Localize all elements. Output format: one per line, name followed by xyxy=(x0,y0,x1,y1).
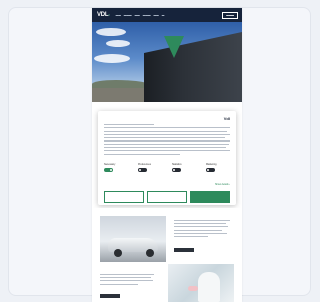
text-line xyxy=(104,127,230,129)
text-line xyxy=(174,223,226,225)
cookie-consent-dialog: Vdl Necessary Preferences Statistics Mar… xyxy=(98,111,236,205)
text-line xyxy=(104,150,230,152)
logo-text: VDL xyxy=(97,12,109,18)
text-line xyxy=(104,130,228,132)
nav-item-2[interactable]: ▬▬▬ xyxy=(124,14,132,17)
nav-item-1[interactable]: ▬▬ xyxy=(116,14,121,17)
content-section-vehicles xyxy=(92,208,242,264)
hero-image xyxy=(92,22,242,102)
text-line xyxy=(104,133,230,136)
wheel-shape xyxy=(146,249,154,257)
text-line xyxy=(100,280,153,282)
switch-knob xyxy=(206,168,210,172)
nav-item-6[interactable]: ▬ xyxy=(162,14,165,17)
text-line xyxy=(104,137,225,139)
toggle-necessary: Necessary xyxy=(104,163,128,172)
text-line xyxy=(104,146,227,149)
nav-item-4[interactable]: ▬▬▬ xyxy=(143,14,151,17)
switch-knob xyxy=(172,168,176,172)
statistics-switch[interactable] xyxy=(172,168,181,172)
toggle-label: Statistics xyxy=(172,163,182,166)
allow-all-button[interactable] xyxy=(190,191,230,203)
contact-button[interactable]: ▬▬▬ xyxy=(222,11,238,19)
preferences-switch[interactable] xyxy=(138,168,147,172)
cookie-toggles: Necessary Preferences Statistics Marketi… xyxy=(104,163,230,172)
text-line xyxy=(174,229,222,231)
section-text xyxy=(100,274,154,287)
toggle-statistics: Statistics xyxy=(172,163,196,172)
marketing-switch[interactable] xyxy=(206,168,215,172)
allow-selection-button[interactable] xyxy=(147,191,187,203)
top-navigation: VDL• ▬▬ ▬▬▬ ▬▬ ▬▬▬ ▬▬ ▬ ▬▬▬ xyxy=(92,8,242,22)
lab-person-shape xyxy=(198,272,220,302)
text-line xyxy=(174,220,230,221)
toggle-label: Preferences xyxy=(138,163,151,166)
toggle-marketing: Marketing xyxy=(206,163,230,172)
cloud-shape xyxy=(94,54,130,63)
text-line xyxy=(100,283,138,285)
text-line xyxy=(104,140,230,142)
cloud-shape xyxy=(106,40,130,47)
deny-button[interactable] xyxy=(104,191,144,203)
nav-item-3[interactable]: ▬▬ xyxy=(135,14,140,17)
section-read-more-button[interactable] xyxy=(174,248,194,252)
text-line xyxy=(174,235,208,237)
text-line xyxy=(104,143,229,145)
building-shape xyxy=(144,32,242,102)
section-text xyxy=(174,220,230,239)
switch-knob xyxy=(109,168,113,172)
switch-knob xyxy=(138,168,142,172)
text-line xyxy=(100,277,151,279)
section-read-more-button[interactable] xyxy=(100,294,120,298)
necessary-switch[interactable] xyxy=(104,168,113,172)
toggle-label: Marketing xyxy=(206,163,217,166)
toggle-preferences: Preferences xyxy=(138,163,162,172)
content-section-lab xyxy=(92,264,242,302)
wheel-shape xyxy=(114,249,122,257)
toggle-label: Necessary xyxy=(104,163,116,166)
text-line xyxy=(174,226,229,228)
site-logo[interactable]: VDL• xyxy=(97,12,110,18)
show-details-link[interactable]: Show details › xyxy=(215,183,230,186)
text-line xyxy=(174,232,228,234)
website-preview: VDL• ▬▬ ▬▬▬ ▬▬ ▬▬▬ ▬▬ ▬ ▬▬▬ Vdl Necessar… xyxy=(92,8,242,302)
text-line xyxy=(100,274,154,275)
logo-accent: • xyxy=(108,12,110,17)
cookie-dialog-text xyxy=(104,124,230,157)
cookie-button-row xyxy=(104,191,230,203)
lab-image xyxy=(168,264,234,302)
nav-item-5[interactable]: ▬▬ xyxy=(154,14,159,17)
nav-menu: ▬▬ ▬▬▬ ▬▬ ▬▬▬ ▬▬ ▬ xyxy=(116,14,165,17)
cloud-shape xyxy=(96,28,126,36)
text-line xyxy=(104,153,180,155)
car-image xyxy=(100,216,166,262)
glove-shape xyxy=(188,286,198,291)
cookie-dialog-brand: Vdl xyxy=(223,116,230,121)
text-line xyxy=(104,124,155,126)
